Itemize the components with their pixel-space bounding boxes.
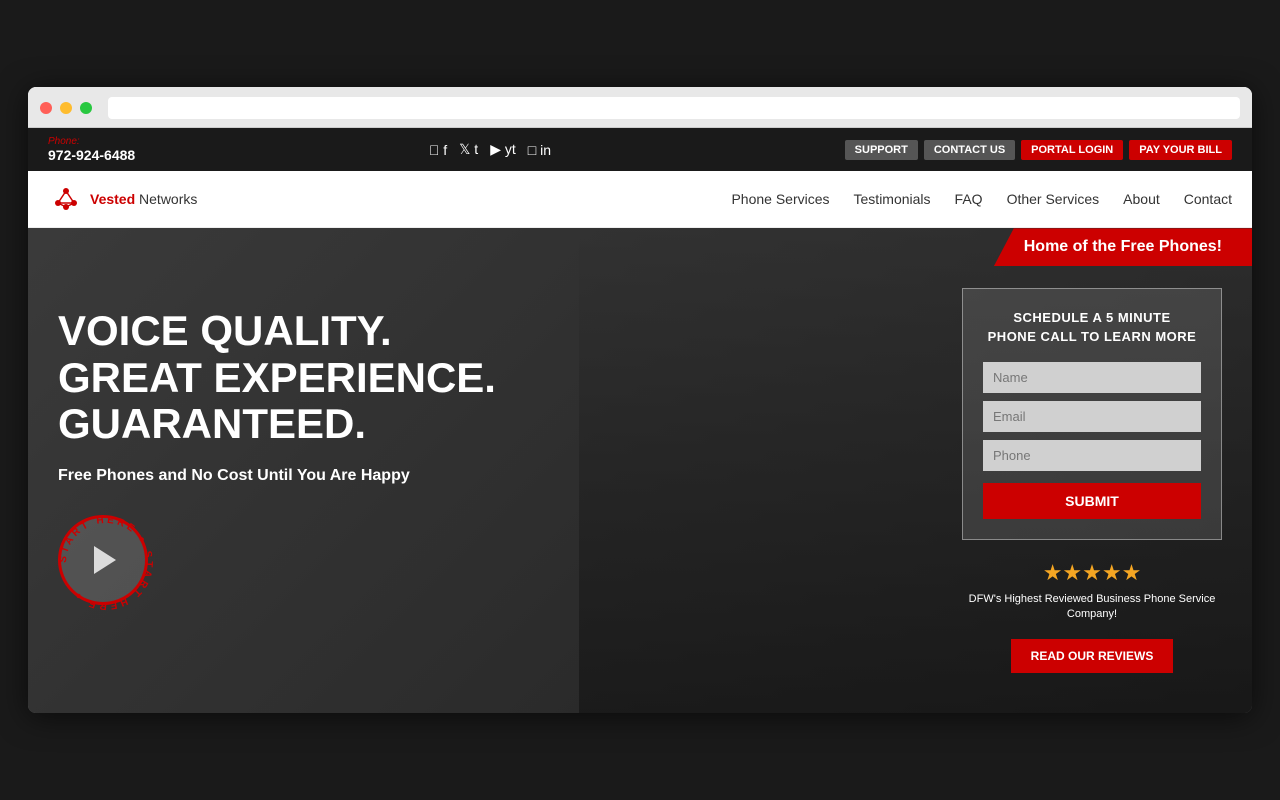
nav-bar: Vested Networks Phone Services Testimoni… bbox=[28, 171, 1252, 228]
browser-window: Phone: 972-924-6488  f 𝕏 t ▶ yt □ in SU… bbox=[28, 87, 1252, 712]
address-bar[interactable] bbox=[108, 97, 1240, 119]
hero-content: VOICE QUALITY. GREAT EXPERIENCE. GUARANT… bbox=[28, 228, 1252, 712]
support-button[interactable]: SUPPORT bbox=[845, 140, 918, 160]
form-title: SCHEDULE A 5 MINUTE PHONE CALL TO LEARN … bbox=[983, 309, 1201, 345]
hero-section: Home of the Free Phones! VOICE QUALITY. … bbox=[28, 228, 1252, 712]
schedule-form: SCHEDULE A 5 MINUTE PHONE CALL TO LEARN … bbox=[962, 288, 1222, 539]
headline-line1: VOICE QUALITY. bbox=[58, 308, 922, 354]
start-here-button[interactable]: START HERE ● START HERE ● bbox=[58, 515, 148, 605]
nav-links: Phone Services Testimonials FAQ Other Se… bbox=[731, 191, 1232, 207]
logo-text: Vested Networks bbox=[90, 191, 197, 207]
play-circle: START HERE ● START HERE ● bbox=[58, 515, 148, 605]
pay-bill-button[interactable]: PAY YOUR BILL bbox=[1129, 140, 1232, 160]
phone-label: Phone: bbox=[48, 136, 135, 147]
nav-about[interactable]: About bbox=[1123, 191, 1160, 207]
logo-icon bbox=[48, 181, 84, 217]
top-bar-buttons: SUPPORT CONTACT US PORTAL LOGIN PAY YOUR… bbox=[845, 140, 1232, 160]
close-button[interactable] bbox=[40, 102, 52, 114]
submit-button[interactable]: SUBMIT bbox=[983, 483, 1201, 519]
read-reviews-button[interactable]: READ OUR REVIEWS bbox=[1011, 639, 1174, 673]
phone-input[interactable] bbox=[983, 440, 1201, 471]
stars-text: DFW's Highest Reviewed Business Phone Se… bbox=[962, 592, 1222, 623]
hero-subtext: Free Phones and No Cost Until You Are Ha… bbox=[58, 467, 922, 485]
maximize-button[interactable] bbox=[80, 102, 92, 114]
logo-vested: Vested bbox=[90, 191, 135, 207]
browser-chrome bbox=[28, 87, 1252, 128]
email-input[interactable] bbox=[983, 401, 1201, 432]
nav-testimonials[interactable]: Testimonials bbox=[854, 191, 931, 207]
logo-networks: Networks bbox=[135, 191, 197, 207]
hero-right: SCHEDULE A 5 MINUTE PHONE CALL TO LEARN … bbox=[962, 288, 1222, 672]
hero-headline: VOICE QUALITY. GREAT EXPERIENCE. GUARANT… bbox=[58, 308, 922, 447]
start-here-label: START HERE ● START HERE ● bbox=[51, 508, 161, 618]
instagram-icon[interactable]: □ in bbox=[528, 142, 551, 158]
star-rating: ★★★★★ bbox=[962, 560, 1222, 586]
svg-text:START HERE ● START HERE ●: START HERE ● START HERE ● bbox=[58, 515, 154, 612]
youtube-icon[interactable]: ▶ yt bbox=[490, 141, 516, 158]
nav-faq[interactable]: FAQ bbox=[955, 191, 983, 207]
top-bar: Phone: 972-924-6488  f 𝕏 t ▶ yt □ in SU… bbox=[28, 128, 1252, 171]
phone-number: 972-924-6488 bbox=[48, 147, 135, 163]
twitter-icon[interactable]: 𝕏 t bbox=[459, 141, 478, 158]
nav-phone-services[interactable]: Phone Services bbox=[731, 191, 829, 207]
social-icons:  f 𝕏 t ▶ yt □ in bbox=[429, 141, 551, 158]
nav-other-services[interactable]: Other Services bbox=[1007, 191, 1100, 207]
minimize-button[interactable] bbox=[60, 102, 72, 114]
facebook-icon[interactable]:  f bbox=[429, 142, 447, 158]
contact-us-button[interactable]: CONTACT US bbox=[924, 140, 1015, 160]
hero-left: VOICE QUALITY. GREAT EXPERIENCE. GUARANT… bbox=[58, 288, 922, 605]
headline-line3: GUARANTEED. bbox=[58, 401, 922, 447]
nav-contact[interactable]: Contact bbox=[1184, 191, 1232, 207]
stars-section: ★★★★★ DFW's Highest Reviewed Business Ph… bbox=[962, 560, 1222, 673]
logo-area: Vested Networks bbox=[48, 181, 197, 217]
headline-line2: GREAT EXPERIENCE. bbox=[58, 355, 922, 401]
name-input[interactable] bbox=[983, 362, 1201, 393]
portal-login-button[interactable]: PORTAL LOGIN bbox=[1021, 140, 1123, 160]
phone-area: Phone: 972-924-6488 bbox=[48, 136, 135, 163]
